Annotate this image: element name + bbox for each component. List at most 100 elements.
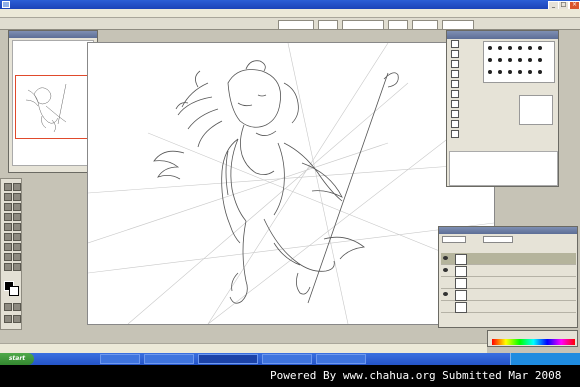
brush-setting-item[interactable]	[451, 60, 481, 69]
navigator-view-frame[interactable]	[15, 75, 93, 139]
brushes-header[interactable]	[447, 31, 558, 39]
watermark-text: Powered By www.chahua.org Submitted Mar …	[270, 369, 562, 382]
crop-tool-icon[interactable]	[4, 203, 12, 211]
color-bar-panel	[487, 330, 578, 347]
layer-row-selected[interactable]	[441, 253, 576, 265]
brush-preset[interactable]	[538, 58, 542, 62]
brush-preset-grid[interactable]	[483, 41, 555, 83]
zoom-tool-icon[interactable]	[13, 253, 21, 261]
brush-tool-icon[interactable]	[13, 213, 21, 221]
status-bar	[0, 343, 487, 353]
brush-preset[interactable]	[498, 70, 502, 74]
shape-tool-icon[interactable]	[13, 243, 21, 251]
dodge-tool-icon[interactable]	[13, 233, 21, 241]
brush-setting-item[interactable]	[451, 80, 481, 89]
layer-row[interactable]	[441, 265, 576, 277]
layer-thumbnail	[455, 278, 467, 289]
tools-palette	[0, 178, 22, 330]
taskbar-button[interactable]	[262, 354, 312, 364]
navigator-header[interactable]	[9, 31, 97, 38]
brush-preset[interactable]	[488, 46, 492, 50]
brush-stroke-preview-area	[449, 151, 558, 186]
toolbar-field-2[interactable]	[318, 20, 338, 30]
brush-setting-item[interactable]	[451, 110, 481, 119]
character-sketch	[87, 42, 495, 325]
layers-header[interactable]	[439, 227, 577, 234]
brush-preset[interactable]	[518, 46, 522, 50]
brush-preset[interactable]	[528, 70, 532, 74]
blur-tool-icon[interactable]	[4, 233, 12, 241]
toolbar-field-3[interactable]	[342, 20, 384, 30]
app-title-bar: _ □ ×	[0, 0, 580, 10]
color-spectrum[interactable]	[492, 339, 575, 345]
standard-mode-icon[interactable]	[13, 303, 21, 311]
brush-settings-list	[451, 40, 481, 158]
system-tray	[510, 353, 580, 365]
brush-preset[interactable]	[528, 46, 532, 50]
taskbar-button[interactable]	[100, 354, 140, 364]
drawing-canvas[interactable]	[87, 42, 495, 325]
quickmask-icon[interactable]	[4, 303, 12, 311]
opacity-field[interactable]	[483, 236, 513, 243]
brush-preset[interactable]	[518, 58, 522, 62]
toolbar-field-1[interactable]	[278, 20, 314, 30]
brush-setting-item[interactable]	[451, 50, 481, 59]
navigator-thumbnail-sketch	[25, 83, 67, 133]
screen-mode-icon[interactable]	[4, 315, 12, 323]
move-tool-icon[interactable]	[4, 183, 12, 191]
brush-setting-item[interactable]	[451, 90, 481, 99]
taskbar-button[interactable]	[144, 354, 194, 364]
brush-setting-item[interactable]	[451, 100, 481, 109]
brush-preset[interactable]	[508, 46, 512, 50]
taskbar-button-active[interactable]	[198, 354, 258, 364]
eyedropper-tool-icon[interactable]	[13, 203, 21, 211]
brush-preset[interactable]	[538, 70, 542, 74]
brushes-panel	[446, 30, 559, 187]
pen-tool-icon[interactable]	[4, 213, 12, 221]
eye-icon[interactable]	[443, 268, 448, 272]
app-icon	[2, 1, 10, 8]
toolbar-field-5[interactable]	[412, 20, 438, 30]
text-tool-icon[interactable]	[4, 243, 12, 251]
brush-stroke-preview	[519, 95, 553, 125]
select-tool-icon[interactable]	[13, 183, 21, 191]
hand-tool-icon[interactable]	[4, 253, 12, 261]
blend-mode-select[interactable]	[442, 236, 466, 243]
eraser-tool-icon[interactable]	[4, 223, 12, 231]
taskbar-button[interactable]	[316, 354, 366, 364]
brush-preset[interactable]	[508, 58, 512, 62]
brush-preset[interactable]	[518, 70, 522, 74]
eye-icon[interactable]	[443, 256, 448, 260]
options-toolbar	[0, 18, 580, 30]
toolbar-field-6[interactable]	[442, 20, 474, 30]
brush-preset[interactable]	[528, 58, 532, 62]
eye-icon[interactable]	[443, 292, 448, 296]
navigator-panel	[8, 30, 98, 173]
brush-preset[interactable]	[488, 58, 492, 62]
toolbar-field-4[interactable]	[388, 20, 408, 30]
layer-row[interactable]	[441, 301, 576, 313]
fill-tool-icon[interactable]	[13, 223, 21, 231]
brush-preset[interactable]	[498, 46, 502, 50]
layer-thumbnail	[455, 254, 467, 265]
layer-row[interactable]	[441, 277, 576, 289]
jump-to-icon[interactable]	[13, 315, 21, 323]
brush-preset[interactable]	[538, 46, 542, 50]
layers-panel	[438, 226, 578, 328]
navigator-preview	[12, 40, 94, 166]
lasso-tool-icon[interactable]	[4, 193, 12, 201]
brush-setting-item[interactable]	[451, 120, 481, 129]
note-tool-icon[interactable]	[4, 263, 12, 271]
brush-setting-item[interactable]	[451, 40, 481, 49]
brush-preset[interactable]	[498, 58, 502, 62]
brush-preset[interactable]	[488, 70, 492, 74]
start-button[interactable]: start	[0, 353, 34, 365]
path-tool-icon[interactable]	[13, 263, 21, 271]
brush-setting-item[interactable]	[451, 70, 481, 79]
wand-tool-icon[interactable]	[13, 193, 21, 201]
layer-row[interactable]	[441, 289, 576, 301]
brush-setting-item[interactable]	[451, 130, 481, 139]
windows-taskbar: start	[0, 353, 580, 365]
brush-preset[interactable]	[508, 70, 512, 74]
background-color-swatch[interactable]	[9, 286, 19, 296]
